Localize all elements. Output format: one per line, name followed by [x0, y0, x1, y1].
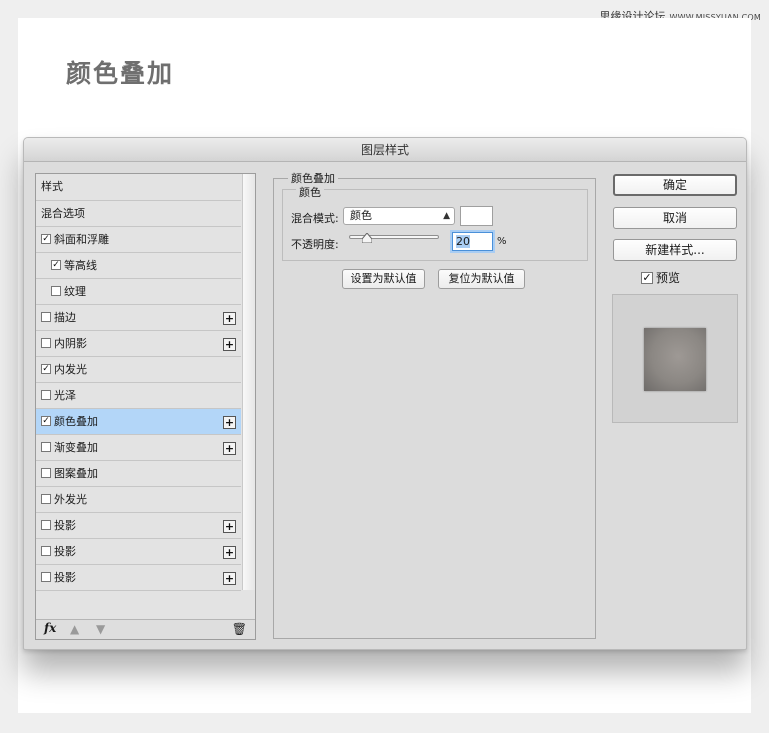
style-checkbox[interactable]	[41, 494, 51, 504]
style-list-item[interactable]: 投影 +	[36, 513, 241, 539]
fx-menu-button[interactable]: fx	[44, 621, 56, 635]
style-list-item[interactable]: 投影 +	[36, 565, 241, 591]
style-checkbox[interactable]	[41, 338, 51, 348]
opacity-unit: %	[497, 236, 507, 247]
style-checkbox[interactable]	[41, 442, 51, 452]
style-checkbox[interactable]	[51, 286, 61, 296]
style-checkbox[interactable]	[41, 520, 51, 530]
style-list-item[interactable]: ✓ 斜面和浮雕	[36, 227, 241, 253]
style-list-label: 投影	[54, 545, 76, 558]
style-list-label: 混合选项	[41, 207, 85, 220]
preview-thumbnail	[644, 328, 706, 391]
style-checkbox[interactable]: ✓	[41, 416, 51, 426]
style-checkbox[interactable]	[41, 312, 51, 322]
layer-style-dialog: 图层样式 样式 混合选项 ✓ 斜面和浮雕 ✓ 等高线 纹理 描边 + 内阴影 + ✓ 内发光 光泽 ✓ 颜色叠…	[23, 137, 747, 650]
arrow-up-icon[interactable]: ▲	[70, 622, 79, 636]
ok-button[interactable]: 确定	[613, 174, 737, 196]
new-style-button[interactable]: 新建样式...	[613, 239, 737, 261]
style-list-label: 渐变叠加	[54, 441, 98, 454]
style-list-item[interactable]: 外发光	[36, 487, 241, 513]
add-style-plus-icon[interactable]: +	[223, 442, 236, 455]
trash-icon[interactable]: 🗑	[232, 622, 247, 636]
make-default-button[interactable]: 设置为默认值	[342, 269, 425, 289]
add-style-plus-icon[interactable]: +	[223, 416, 236, 429]
style-list-item[interactable]: 图案叠加	[36, 461, 241, 487]
cancel-button[interactable]: 取消	[613, 207, 737, 229]
style-list-item[interactable]: 内阴影 +	[36, 331, 241, 357]
style-list-item[interactable]: 描边 +	[36, 305, 241, 331]
preview-toggle[interactable]: ✓ 预览	[641, 269, 680, 286]
styles-list-rows: 样式 混合选项 ✓ 斜面和浮雕 ✓ 等高线 纹理 描边 + 内阴影 + ✓ 内发光 光泽 ✓ 颜色叠加 + 渐变叠…	[36, 174, 241, 591]
style-list-item[interactable]: 混合选项	[36, 201, 241, 227]
style-list-item[interactable]: ✓ 颜色叠加 +	[36, 409, 241, 435]
style-checkbox[interactable]	[41, 390, 51, 400]
style-list-item[interactable]: ✓ 内发光	[36, 357, 241, 383]
style-list-item[interactable]: 光泽	[36, 383, 241, 409]
style-checkbox[interactable]	[41, 572, 51, 582]
blend-mode-value: 颜色	[350, 209, 372, 222]
faint-footer-mark	[350, 692, 390, 710]
style-list-item[interactable]: ✓ 等高线	[36, 253, 241, 279]
style-list-label: 外发光	[54, 493, 87, 506]
add-style-plus-icon[interactable]: +	[223, 546, 236, 559]
style-list-label: 内阴影	[54, 337, 87, 350]
style-list-item[interactable]: 样式	[36, 174, 241, 201]
style-list-label: 样式	[41, 180, 63, 193]
style-list-label: 描边	[54, 311, 76, 324]
select-arrows-icon: ▲	[443, 211, 450, 221]
style-list-label: 斜面和浮雕	[54, 233, 109, 246]
style-list-item[interactable]: 渐变叠加 +	[36, 435, 241, 461]
style-list-label: 光泽	[54, 389, 76, 402]
add-style-plus-icon[interactable]: +	[223, 312, 236, 325]
overlay-color-swatch[interactable]	[460, 206, 493, 226]
opacity-value: 20	[456, 235, 470, 248]
opacity-label: 不透明度:	[291, 238, 339, 251]
add-style-plus-icon[interactable]: +	[223, 520, 236, 533]
style-list-label: 颜色叠加	[54, 415, 98, 428]
add-style-plus-icon[interactable]: +	[223, 572, 236, 585]
styles-list-scrollbar[interactable]	[242, 174, 255, 590]
blend-mode-label: 混合模式:	[291, 212, 339, 225]
style-checkbox[interactable]: ✓	[41, 234, 51, 244]
styles-list-footer: fx ▲ ▼ 🗑	[36, 619, 255, 639]
style-preview	[612, 294, 738, 423]
opacity-input[interactable]: 20	[452, 232, 493, 251]
arrow-down-icon[interactable]: ▼	[96, 622, 105, 636]
opacity-slider-thumb[interactable]	[362, 233, 372, 243]
styles-list: 样式 混合选项 ✓ 斜面和浮雕 ✓ 等高线 纹理 描边 + 内阴影 + ✓ 内发光 光泽 ✓ 颜色叠加 + 渐变叠…	[35, 173, 256, 640]
style-list-label: 投影	[54, 571, 76, 584]
page-heading: 颜色叠加	[66, 59, 175, 88]
style-list-label: 图案叠加	[54, 467, 98, 480]
style-checkbox[interactable]	[41, 546, 51, 556]
style-list-label: 内发光	[54, 363, 87, 376]
style-list-item[interactable]: 纹理	[36, 279, 241, 305]
preview-checkbox[interactable]: ✓	[641, 271, 653, 284]
dialog-titlebar[interactable]: 图层样式	[24, 138, 746, 162]
preview-label: 预览	[656, 271, 681, 285]
style-list-label: 纹理	[64, 285, 86, 298]
style-checkbox[interactable]: ✓	[41, 364, 51, 374]
blend-mode-select[interactable]: 颜色 ▲	[343, 207, 455, 225]
reset-default-button[interactable]: 复位为默认值	[438, 269, 525, 289]
style-checkbox[interactable]	[41, 468, 51, 478]
style-list-label: 投影	[54, 519, 76, 532]
color-subgroup-title: 颜色	[296, 184, 324, 200]
style-list-item[interactable]: 投影 +	[36, 539, 241, 565]
add-style-plus-icon[interactable]: +	[223, 338, 236, 351]
style-list-label: 等高线	[64, 259, 97, 272]
style-checkbox[interactable]: ✓	[51, 260, 61, 270]
